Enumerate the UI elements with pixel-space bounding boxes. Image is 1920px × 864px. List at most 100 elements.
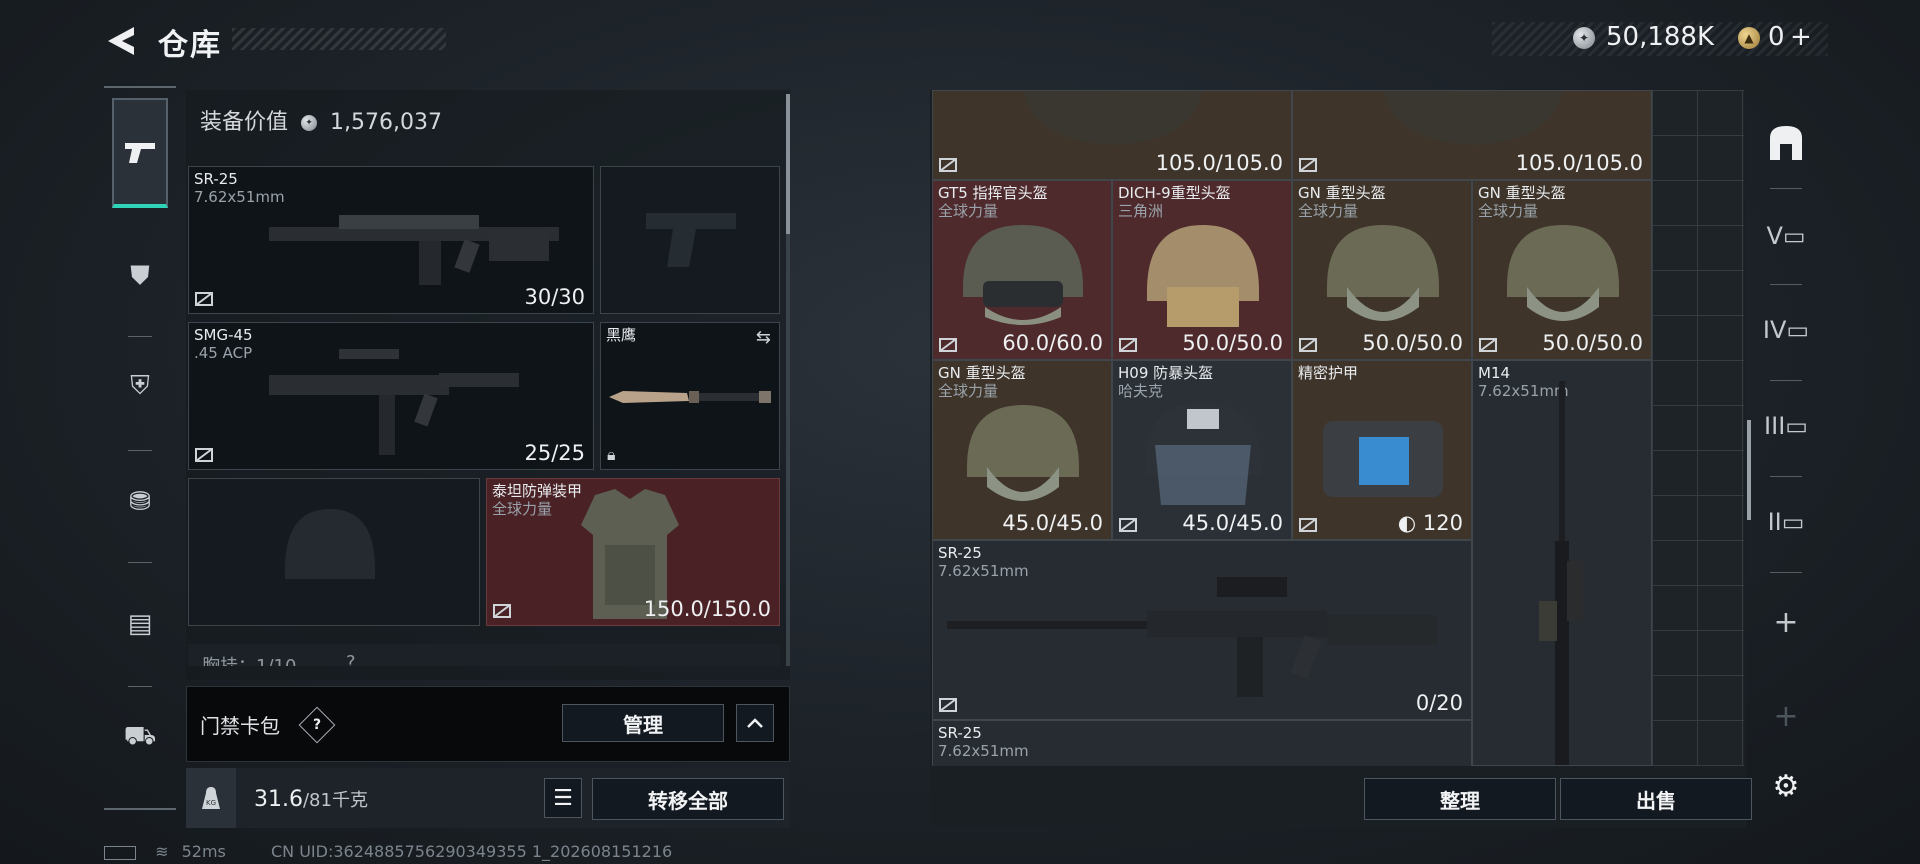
settings-gear-icon[interactable]: ⚙: [1766, 766, 1806, 806]
storage-item[interactable]: H09 防暴头盔 哈夫克 45.0/45.0: [1112, 360, 1292, 540]
primary-weapon-slot[interactable]: SR-25 7.62x51mm 30/30: [188, 166, 594, 314]
list-view-button[interactable]: ☰: [544, 778, 582, 818]
no-insure-icon: [1119, 518, 1137, 532]
nav-container[interactable]: ▤: [112, 596, 168, 652]
storage-item[interactable]: 105.0/105.0: [1292, 90, 1652, 180]
body-armor-slot[interactable]: 泰坦防弹装甲 全球力量 150.0/150.0: [486, 478, 780, 626]
transfer-all-button[interactable]: 转移全部: [592, 778, 784, 820]
weight-readout: 31.6/81千克: [254, 786, 368, 812]
backpack-icon: ⛃: [129, 487, 151, 517]
storage-item[interactable]: DICH-9重型头盔 三角洲 50.0/50.0: [1112, 180, 1292, 360]
melee-slot[interactable]: 黑鹰 ⇆ 🔒︎: [600, 322, 780, 470]
storage-item[interactable]: SR-25 7.62x51mm: [932, 720, 1472, 766]
storage-item[interactable]: M14 7.62x51mm: [1472, 360, 1652, 766]
storage-item[interactable]: GT5 指挥官头盔 全球力量 60.0/60.0: [932, 180, 1112, 360]
precision-armor-image: [1323, 421, 1443, 497]
item-name: GT5 指挥官头盔: [938, 184, 1048, 202]
storage-item[interactable]: 105.0/105.0: [932, 90, 1292, 180]
case-iv-label: IV: [1762, 316, 1787, 344]
value-label: 装备价值: [200, 110, 289, 135]
slot-durability: 30/30: [524, 285, 585, 309]
no-insure-icon: [195, 292, 213, 306]
weight-max: /81千克: [302, 790, 368, 811]
pistol-slot-empty[interactable]: [600, 166, 780, 314]
storage-item[interactable]: SR-25 7.62x51mm 0/20: [932, 540, 1472, 720]
sr25-rifle-image: [947, 577, 1437, 697]
page-title: 仓库: [158, 28, 222, 63]
item-name: 精密护甲: [1298, 364, 1359, 382]
gold-add-button[interactable]: +: [1790, 22, 1812, 52]
item-durability: 60.0/60.0: [1002, 331, 1103, 355]
case-ii-label: II: [1767, 508, 1782, 536]
organize-button[interactable]: 整理: [1364, 778, 1556, 820]
list-icon: ☰: [553, 785, 573, 811]
nav-backpack[interactable]: ⛃: [112, 474, 168, 530]
secondary-weapon-slot[interactable]: SMG-45 .45 ACP 25/25: [188, 322, 594, 470]
storage-item[interactable]: 精密护甲 ◐ 120: [1292, 360, 1472, 540]
silver-balance: 50,188K: [1606, 22, 1715, 52]
item-name: GN 重型头盔: [1478, 184, 1566, 202]
armor-image: [1383, 91, 1563, 145]
case-iii-label: III: [1764, 412, 1786, 440]
storage-home-tab[interactable]: [1756, 112, 1816, 172]
case-icon: ▭: [1781, 508, 1805, 536]
riot-helmet-image: [1145, 403, 1261, 505]
storage-scrollbar[interactable]: [1747, 420, 1751, 520]
chest-rig-row[interactable]: 胸挂：1/10 ?: [188, 644, 780, 666]
wifi-icon: ≋: [155, 842, 169, 861]
helmet-image: [1327, 225, 1439, 321]
slot-durability: 25/25: [524, 441, 585, 465]
item-durability: 105.0/105.0: [1515, 151, 1643, 175]
item-durability: 45.0/45.0: [1182, 511, 1283, 535]
keycard-manage-button[interactable]: 管理: [562, 704, 724, 742]
keycard-label: 门禁卡包: [200, 714, 280, 738]
swap-icon[interactable]: ⇆: [756, 327, 771, 348]
helmet-placeholder-icon: [285, 509, 375, 579]
user-uid: CN UID:3624885756290349355 1_20260815121…: [270, 842, 673, 861]
sell-button[interactable]: 出售: [1560, 778, 1752, 820]
equipment-scrollbar[interactable]: [786, 94, 790, 234]
armor-value-text: 120: [1422, 511, 1463, 535]
helmet-image: [967, 405, 1079, 501]
storage-item[interactable]: GN 重型头盔 全球力量 50.0/50.0: [1292, 180, 1472, 360]
smg45-image: [269, 349, 519, 455]
slot-item-name: 黑鹰: [606, 326, 637, 344]
case-tab-ii[interactable]: II ▭: [1756, 492, 1816, 552]
value-amount: 1,576,037: [330, 110, 442, 135]
no-insure-icon: [939, 158, 957, 172]
back-arrow-icon[interactable]: [104, 24, 138, 58]
pistol-placeholder-icon: [646, 213, 736, 267]
no-insure-icon: [939, 698, 957, 712]
knife-image: [609, 391, 771, 403]
nav-weapons[interactable]: [112, 98, 168, 208]
category-nav: ⛊ ⛨ ⛃ ▤ ⛟: [104, 86, 176, 810]
add-case-button-disabled: +: [1756, 686, 1816, 746]
case-tab-iii[interactable]: III ▭: [1756, 396, 1816, 456]
help-glyph: ?: [312, 717, 322, 733]
item-name: SR-25: [938, 544, 982, 562]
helmet-slot-empty[interactable]: [188, 478, 480, 626]
nav-toolbox[interactable]: ⛟: [112, 710, 168, 766]
slot-durability: 150.0/150.0: [643, 597, 771, 621]
nav-armor[interactable]: ⛨: [112, 358, 168, 414]
no-insure-icon: [195, 448, 213, 462]
chevron-up-icon: [747, 718, 763, 728]
nav-chest-rig[interactable]: ⛊: [112, 248, 168, 304]
item-durability: 50.0/50.0: [1542, 331, 1643, 355]
toolbox-icon: ⛟: [123, 721, 157, 751]
armor-icon: ⛨: [130, 370, 150, 401]
chest-rig-help: ?: [346, 652, 356, 666]
keycard-expand-button[interactable]: [736, 704, 774, 742]
add-case-button[interactable]: +: [1756, 592, 1816, 652]
shield-icon: ◐: [1397, 511, 1417, 535]
no-insure-icon: [1299, 518, 1317, 532]
storage-item[interactable]: GN 重型头盔 全球力量 45.0/45.0: [932, 360, 1112, 540]
case-icon: ▭: [1786, 316, 1810, 344]
slot-item-name: SR-25: [194, 170, 238, 188]
case-tab-v[interactable]: V ▭: [1756, 206, 1816, 266]
sr25-rifle-image: [269, 215, 559, 285]
storage-item[interactable]: GN 重型头盔 全球力量 50.0/50.0: [1472, 180, 1652, 360]
kettlebell-icon: KG: [202, 787, 220, 809]
case-tab-iv[interactable]: IV ▭: [1756, 300, 1816, 360]
chest-rig-label: 胸挂：1/10: [202, 652, 296, 666]
